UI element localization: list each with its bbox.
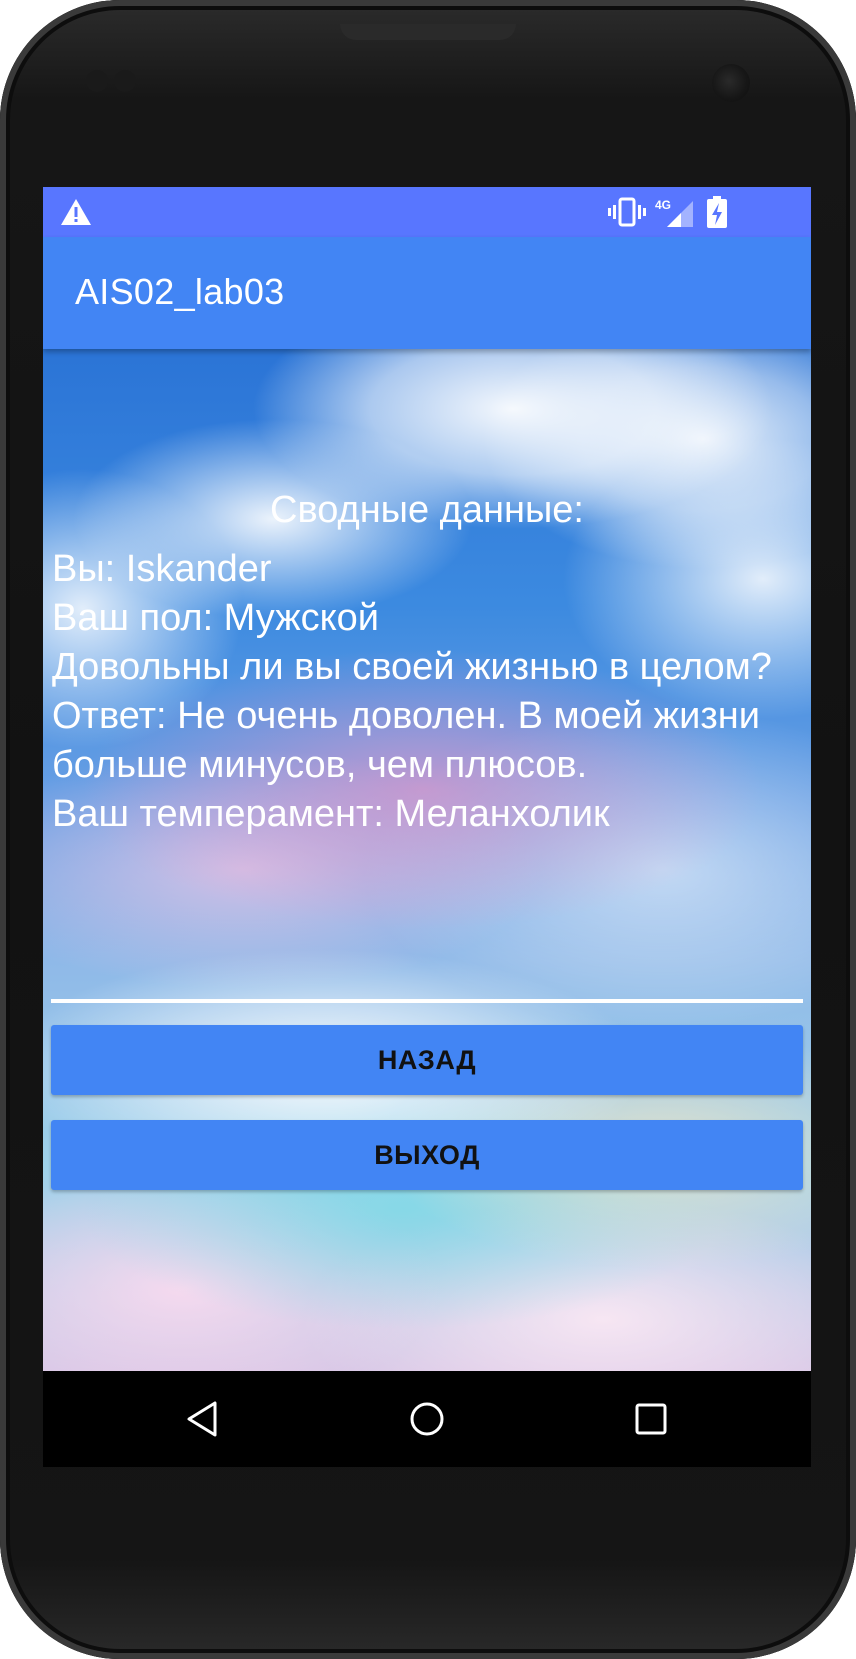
app-toolbar: AIS02_lab03: [43, 237, 811, 349]
phone-frame: 4G AIS02_lab03 Сводные данные: Вы: Iskan…: [0, 0, 856, 1659]
summary-screen: Сводные данные: Вы: Iskander Ваш пол: Му…: [43, 349, 811, 1371]
signal-4g-icon: 4G: [655, 198, 693, 227]
battery-charging-icon: [707, 196, 727, 228]
recents-square-icon[interactable]: [629, 1397, 673, 1441]
warning-icon: [61, 199, 91, 225]
back-button[interactable]: НАЗАД: [51, 1025, 803, 1095]
exit-button[interactable]: ВЫХОД: [51, 1120, 803, 1190]
summary-line-name: Вы: Iskander: [52, 548, 272, 590]
summary-line-gender: Ваш пол: Мужской: [52, 597, 380, 639]
vibrate-icon: [608, 197, 646, 227]
earpiece-speaker: [340, 24, 516, 40]
front-camera: [712, 64, 750, 102]
home-circle-icon[interactable]: [405, 1397, 449, 1441]
summary-line-temperament: Ваш темперамент: Меланхолик: [52, 793, 610, 835]
summary-line-question: Довольны ли вы своей жизнью в целом?: [52, 646, 772, 688]
proximity-sensors: [86, 70, 146, 94]
status-bar: 4G: [43, 187, 811, 237]
summary-line-answer: Ответ: Не очень доволен. В моей жизни бо…: [52, 695, 760, 786]
network-type-label: 4G: [655, 198, 671, 212]
summary-text: Вы: Iskander Ваш пол: Мужской Довольны л…: [52, 545, 802, 839]
screen: 4G AIS02_lab03 Сводные данные: Вы: Iskan…: [43, 187, 811, 1467]
back-triangle-icon[interactable]: [181, 1397, 225, 1441]
navigation-bar: [43, 1371, 811, 1467]
divider-line: [51, 999, 803, 1003]
summary-heading: Сводные данные:: [270, 489, 584, 531]
app-title: AIS02_lab03: [75, 271, 285, 312]
